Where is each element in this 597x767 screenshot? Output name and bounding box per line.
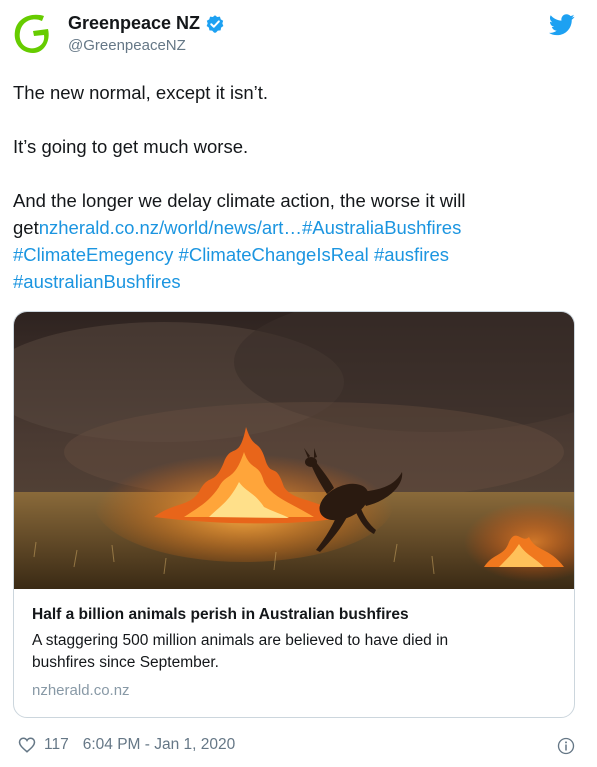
link-preview-card[interactable]: Half a billion animals perish in Austral…	[13, 311, 575, 718]
tweet-line: The new normal, except it isn’t.	[13, 82, 268, 103]
tweet-timestamp[interactable]: 6:04 PM - Jan 1, 2020	[83, 736, 236, 754]
tweet-line: And the longer we delay climate action, …	[13, 187, 583, 295]
tweet-text: The new normal, except it isn’t. It’s go…	[13, 79, 583, 295]
hashtag-link[interactable]: #ClimateChangeIsReal	[179, 244, 369, 265]
heart-icon[interactable]	[18, 736, 36, 754]
tweet-line: It’s going to get much worse.	[13, 136, 249, 157]
avatar[interactable]	[12, 12, 56, 56]
hashtag-link[interactable]: #ClimateEmegency	[13, 244, 173, 265]
greenpeace-logo	[14, 14, 49, 53]
tweet-footer: 117 6:04 PM - Jan 1, 2020	[18, 736, 235, 754]
like-count[interactable]: 117	[44, 736, 69, 754]
bushfire-kangaroo-image	[14, 312, 574, 589]
card-description: A staggering 500 million animals are bel…	[32, 632, 449, 671]
card-domain: nzherald.co.nz	[32, 682, 130, 699]
hashtag-link[interactable]: #AustraliaBushfires	[302, 217, 461, 238]
twitter-bird-icon[interactable]	[548, 14, 575, 36]
info-icon[interactable]	[557, 737, 575, 755]
article-link[interactable]: nzherald.co.nz/world/news/art…	[39, 217, 302, 238]
tweet: Greenpeace NZ @GreenpeaceNZ The new norm…	[0, 0, 597, 767]
hashtag-link[interactable]: #ausfires	[374, 244, 449, 265]
author-block: Greenpeace NZ @GreenpeaceNZ	[68, 13, 225, 54]
verified-badge-icon	[205, 14, 225, 34]
hashtag-link[interactable]: #australianBushfires	[13, 271, 181, 292]
card-title: Half a billion animals perish in Austral…	[32, 606, 409, 623]
display-name[interactable]: Greenpeace NZ	[68, 13, 200, 34]
user-handle[interactable]: @GreenpeaceNZ	[68, 37, 225, 54]
